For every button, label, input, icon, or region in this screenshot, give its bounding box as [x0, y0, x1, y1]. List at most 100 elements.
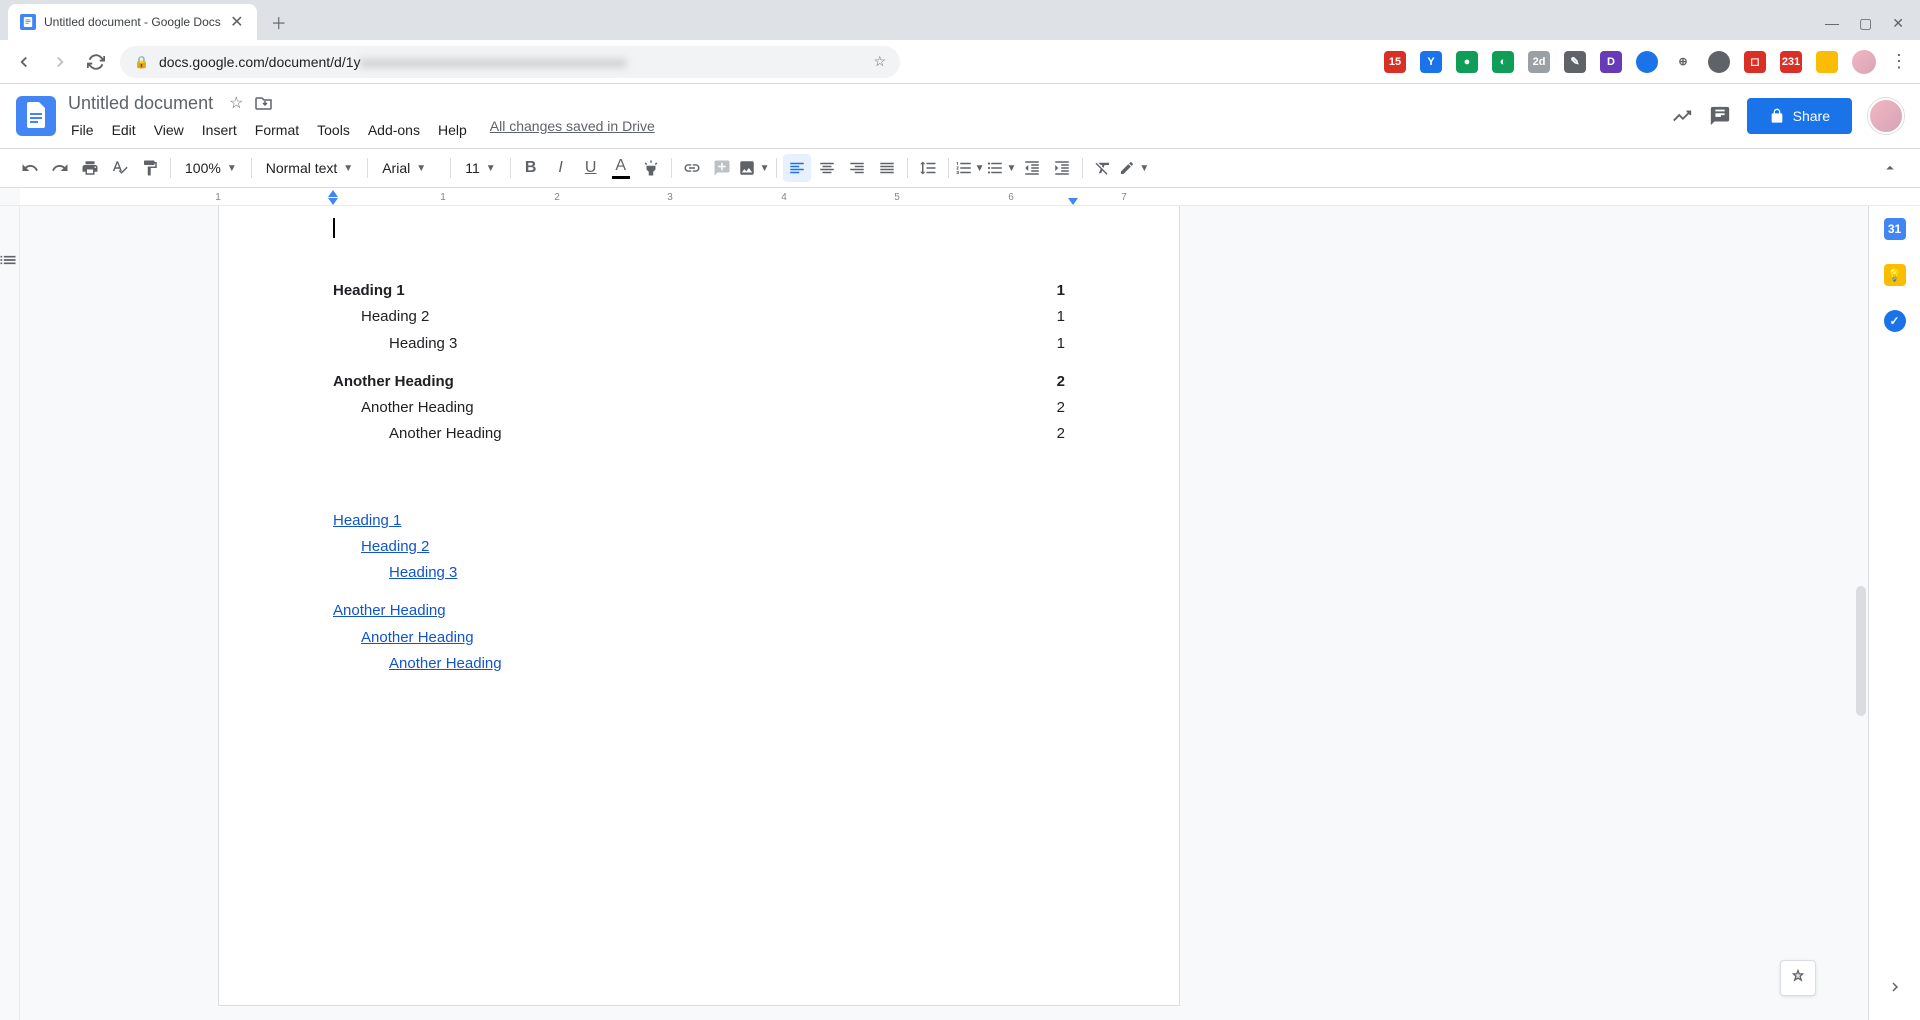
share-button[interactable]: Share	[1747, 98, 1852, 134]
new-tab-button[interactable]: ＋	[265, 8, 293, 36]
text-color-button[interactable]: A	[607, 154, 635, 182]
print-button[interactable]	[76, 154, 104, 182]
menu-help[interactable]: Help	[431, 118, 474, 142]
browser-toolbar: 🔒 docs.google.com/document/d/1yxxxxxxxxx…	[0, 40, 1920, 84]
explore-button[interactable]	[1780, 960, 1816, 996]
editing-mode-button[interactable]: ▼	[1119, 154, 1149, 182]
document-title[interactable]: Untitled document	[64, 91, 217, 116]
menu-bar: File Edit View Insert Format Tools Add-o…	[64, 118, 655, 142]
save-status[interactable]: All changes saved in Drive	[490, 118, 655, 142]
paint-format-button[interactable]	[136, 154, 164, 182]
align-center-button[interactable]	[813, 154, 841, 182]
toc-row[interactable]: Heading 21	[333, 304, 1065, 330]
account-avatar[interactable]	[1868, 98, 1904, 134]
browser-profile-avatar[interactable]	[1852, 50, 1876, 74]
toc-link[interactable]: Heading 3	[389, 564, 457, 581]
toc-row[interactable]: Another Heading2	[333, 395, 1065, 421]
back-button[interactable]	[12, 50, 36, 74]
clear-formatting-button[interactable]	[1089, 154, 1117, 182]
menu-format[interactable]: Format	[248, 118, 306, 142]
ext-icon-1[interactable]: 15	[1384, 51, 1406, 73]
ext-icon-13[interactable]	[1816, 51, 1838, 73]
ext-icon-10[interactable]	[1708, 51, 1730, 73]
insert-comment-button[interactable]	[708, 154, 736, 182]
ext-icon-12[interactable]: 231	[1780, 51, 1802, 73]
reload-button[interactable]	[84, 50, 108, 74]
ext-icon-5[interactable]: 2d	[1528, 51, 1550, 73]
align-right-button[interactable]	[843, 154, 871, 182]
toc-row[interactable]: Heading 31	[333, 331, 1065, 357]
menu-insert[interactable]: Insert	[195, 118, 244, 142]
bold-button[interactable]: B	[517, 154, 545, 182]
ext-icon-2[interactable]: Y	[1420, 51, 1442, 73]
highlight-button[interactable]	[637, 154, 665, 182]
toc-link[interactable]: Another Heading	[333, 602, 446, 619]
right-indent-icon[interactable]	[1068, 198, 1078, 205]
comments-icon[interactable]	[1709, 105, 1731, 127]
star-icon[interactable]: ☆	[229, 93, 243, 113]
table-of-contents-numbered: Heading 11Heading 21Heading 31 Another He…	[333, 278, 1065, 448]
toc-link[interactable]: Heading 2	[361, 538, 429, 555]
align-left-button[interactable]	[783, 154, 811, 182]
outline-toggle-icon[interactable]	[0, 250, 22, 274]
undo-button[interactable]	[16, 154, 44, 182]
calendar-icon[interactable]: 31	[1884, 218, 1906, 240]
zoom-select[interactable]: 100%▼	[177, 160, 245, 176]
underline-button[interactable]: U	[577, 154, 605, 182]
move-icon[interactable]	[255, 95, 273, 111]
toc-row[interactable]: Another Heading2	[333, 369, 1065, 395]
line-spacing-button[interactable]	[914, 154, 942, 182]
collapse-toolbar-button[interactable]	[1876, 154, 1904, 182]
side-panel-expand-icon[interactable]	[1886, 978, 1904, 996]
toc-row[interactable]: Heading 11	[333, 278, 1065, 304]
left-indent-icon[interactable]	[328, 198, 338, 205]
menu-edit[interactable]: Edit	[105, 118, 143, 142]
menu-view[interactable]: View	[147, 118, 191, 142]
ext-icon-8[interactable]	[1636, 51, 1658, 73]
keep-icon[interactable]: 💡	[1884, 264, 1906, 286]
decrease-indent-button[interactable]	[1018, 154, 1046, 182]
font-size-select[interactable]: 11▼	[457, 160, 503, 176]
ext-icon-6[interactable]: ✎	[1564, 51, 1586, 73]
italic-button[interactable]: I	[547, 154, 575, 182]
ext-icon-9[interactable]: ⊕	[1672, 51, 1694, 73]
close-window-icon[interactable]: ✕	[1892, 15, 1904, 32]
bookmark-star-icon[interactable]: ☆	[873, 53, 886, 70]
maximize-icon[interactable]: ▢	[1859, 15, 1872, 32]
document-scroll[interactable]: Heading 11Heading 21Heading 31 Another He…	[20, 206, 1868, 1020]
bulleted-list-button[interactable]: ▼	[986, 154, 1016, 182]
insert-link-button[interactable]	[678, 154, 706, 182]
minimize-icon[interactable]: —	[1825, 15, 1839, 32]
insert-image-button[interactable]: ▼	[738, 154, 770, 182]
horizontal-ruler[interactable]: 1 1 2 3 4 5 6 7	[0, 188, 1920, 206]
toc-row[interactable]: Another Heading2	[333, 421, 1065, 447]
ext-icon-4[interactable]: ◐	[1492, 51, 1514, 73]
document-page[interactable]: Heading 11Heading 21Heading 31 Another He…	[218, 206, 1180, 1006]
toc-link[interactable]: Heading 1	[333, 512, 401, 529]
align-justify-button[interactable]	[873, 154, 901, 182]
activity-icon[interactable]	[1671, 105, 1693, 127]
docs-logo-icon[interactable]	[16, 96, 56, 136]
ext-icon-11[interactable]: ◻	[1744, 51, 1766, 73]
numbered-list-button[interactable]: ▼	[955, 154, 985, 182]
browser-menu-icon[interactable]: ⋮	[1890, 51, 1908, 72]
menu-addons[interactable]: Add-ons	[361, 118, 427, 142]
redo-button[interactable]	[46, 154, 74, 182]
ext-icon-3[interactable]: ●	[1456, 51, 1478, 73]
toc-link[interactable]: Another Heading	[361, 629, 474, 646]
forward-button[interactable]	[48, 50, 72, 74]
tasks-icon[interactable]: ✓	[1884, 310, 1906, 332]
scrollbar-thumb[interactable]	[1856, 586, 1866, 716]
address-bar[interactable]: 🔒 docs.google.com/document/d/1yxxxxxxxxx…	[120, 46, 900, 78]
first-line-indent-icon[interactable]	[328, 190, 338, 197]
spellcheck-button[interactable]	[106, 154, 134, 182]
paragraph-style-select[interactable]: Normal text▼	[258, 160, 361, 176]
increase-indent-button[interactable]	[1048, 154, 1076, 182]
menu-file[interactable]: File	[64, 118, 101, 142]
font-select[interactable]: Arial▼	[374, 160, 444, 176]
toc-link[interactable]: Another Heading	[389, 655, 502, 672]
ext-icon-7[interactable]: D	[1600, 51, 1622, 73]
close-tab-icon[interactable]: ✕	[229, 14, 245, 30]
browser-tab[interactable]: Untitled document - Google Docs ✕	[8, 4, 257, 40]
menu-tools[interactable]: Tools	[310, 118, 357, 142]
